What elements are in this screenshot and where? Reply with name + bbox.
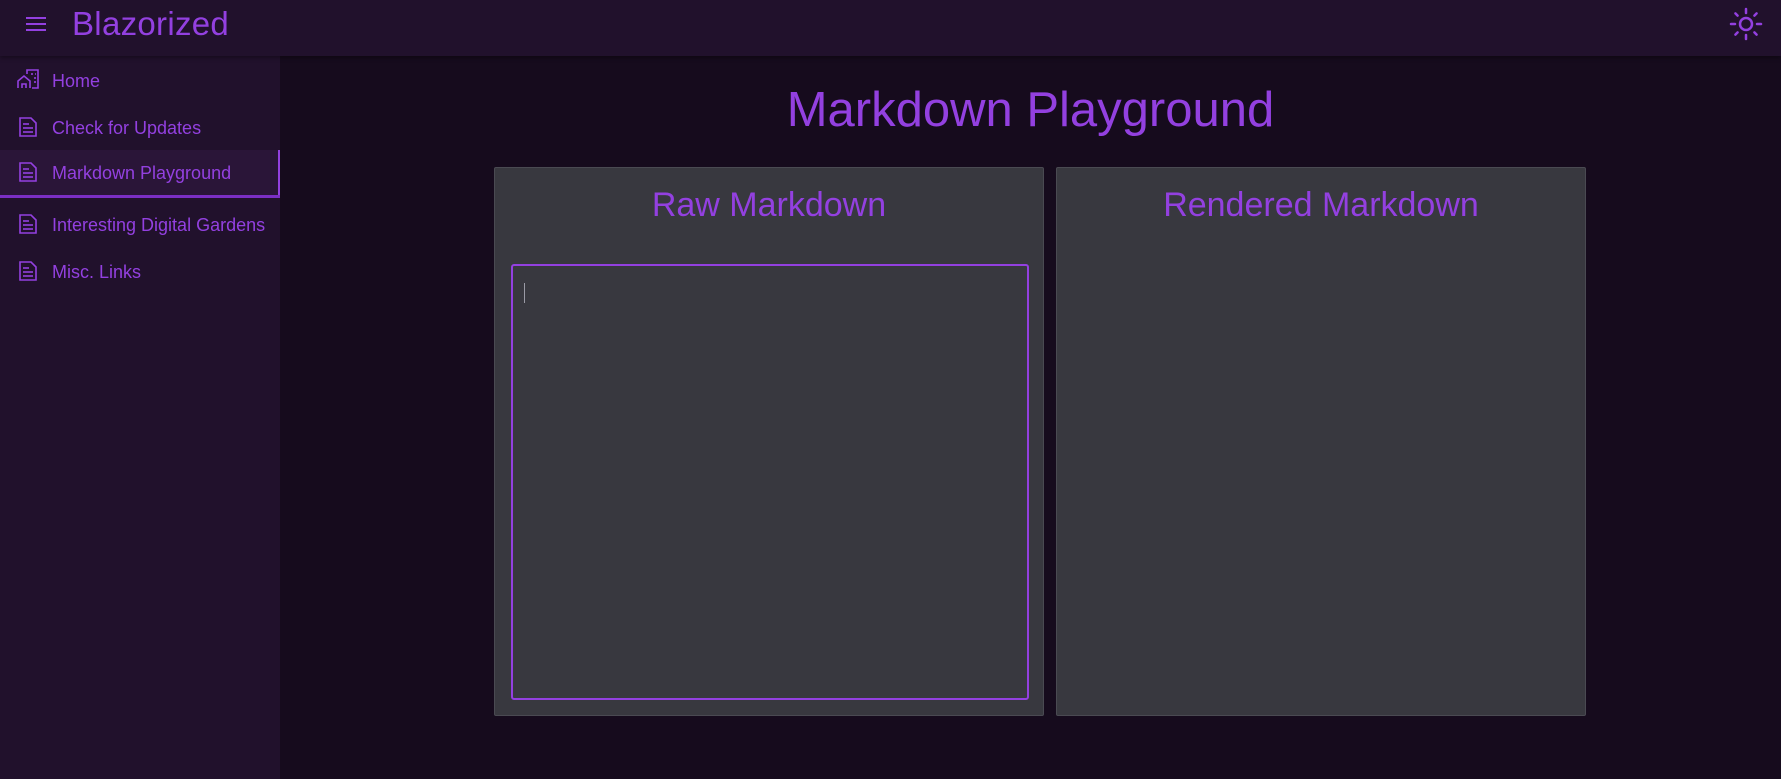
rendered-markdown-title: Rendered Markdown <box>1163 186 1479 224</box>
raw-markdown-panel: Raw Markdown <box>494 167 1044 716</box>
theme-toggle-button[interactable] <box>1726 6 1766 42</box>
sidebar-item-markdown-playground[interactable]: Markdown Playground <box>0 150 280 198</box>
rendered-markdown-panel: Rendered Markdown <box>1056 167 1586 716</box>
app-title: Blazorized <box>72 5 230 42</box>
page-title: Markdown Playground <box>786 83 1275 137</box>
menu-button[interactable] <box>20 10 52 38</box>
sidebar: Home Check for Updates Markdown Playgrou… <box>0 56 280 779</box>
home-icon <box>17 69 39 89</box>
sidebar-item-label: Home <box>52 70 101 91</box>
text-caret <box>524 283 525 303</box>
app-bar: Blazorized <box>0 0 1781 56</box>
sidebar-item-home[interactable]: Home <box>0 58 280 104</box>
hamburger-menu-icon <box>26 17 46 31</box>
sidebar-item-check-for-updates[interactable]: Check for Updates <box>0 105 280 151</box>
document-icon <box>19 162 37 182</box>
rendered-markdown-output <box>1073 264 1569 699</box>
document-icon <box>19 261 37 281</box>
sidebar-item-label: Interesting Digital Gardens <box>52 214 266 235</box>
markdown-editor[interactable] <box>511 264 1029 700</box>
sidebar-item-label: Check for Updates <box>52 117 202 138</box>
raw-markdown-title: Raw Markdown <box>651 186 887 224</box>
sidebar-item-label: Markdown Playground <box>52 162 232 183</box>
document-icon <box>19 117 37 137</box>
sidebar-item-label: Misc. Links <box>52 261 142 282</box>
sidebar-item-misc-links[interactable]: Misc. Links <box>0 249 280 295</box>
sidebar-item-interesting-digital-gardens[interactable]: Interesting Digital Gardens <box>0 202 280 248</box>
sun-icon <box>1729 7 1763 41</box>
document-icon <box>19 214 37 234</box>
